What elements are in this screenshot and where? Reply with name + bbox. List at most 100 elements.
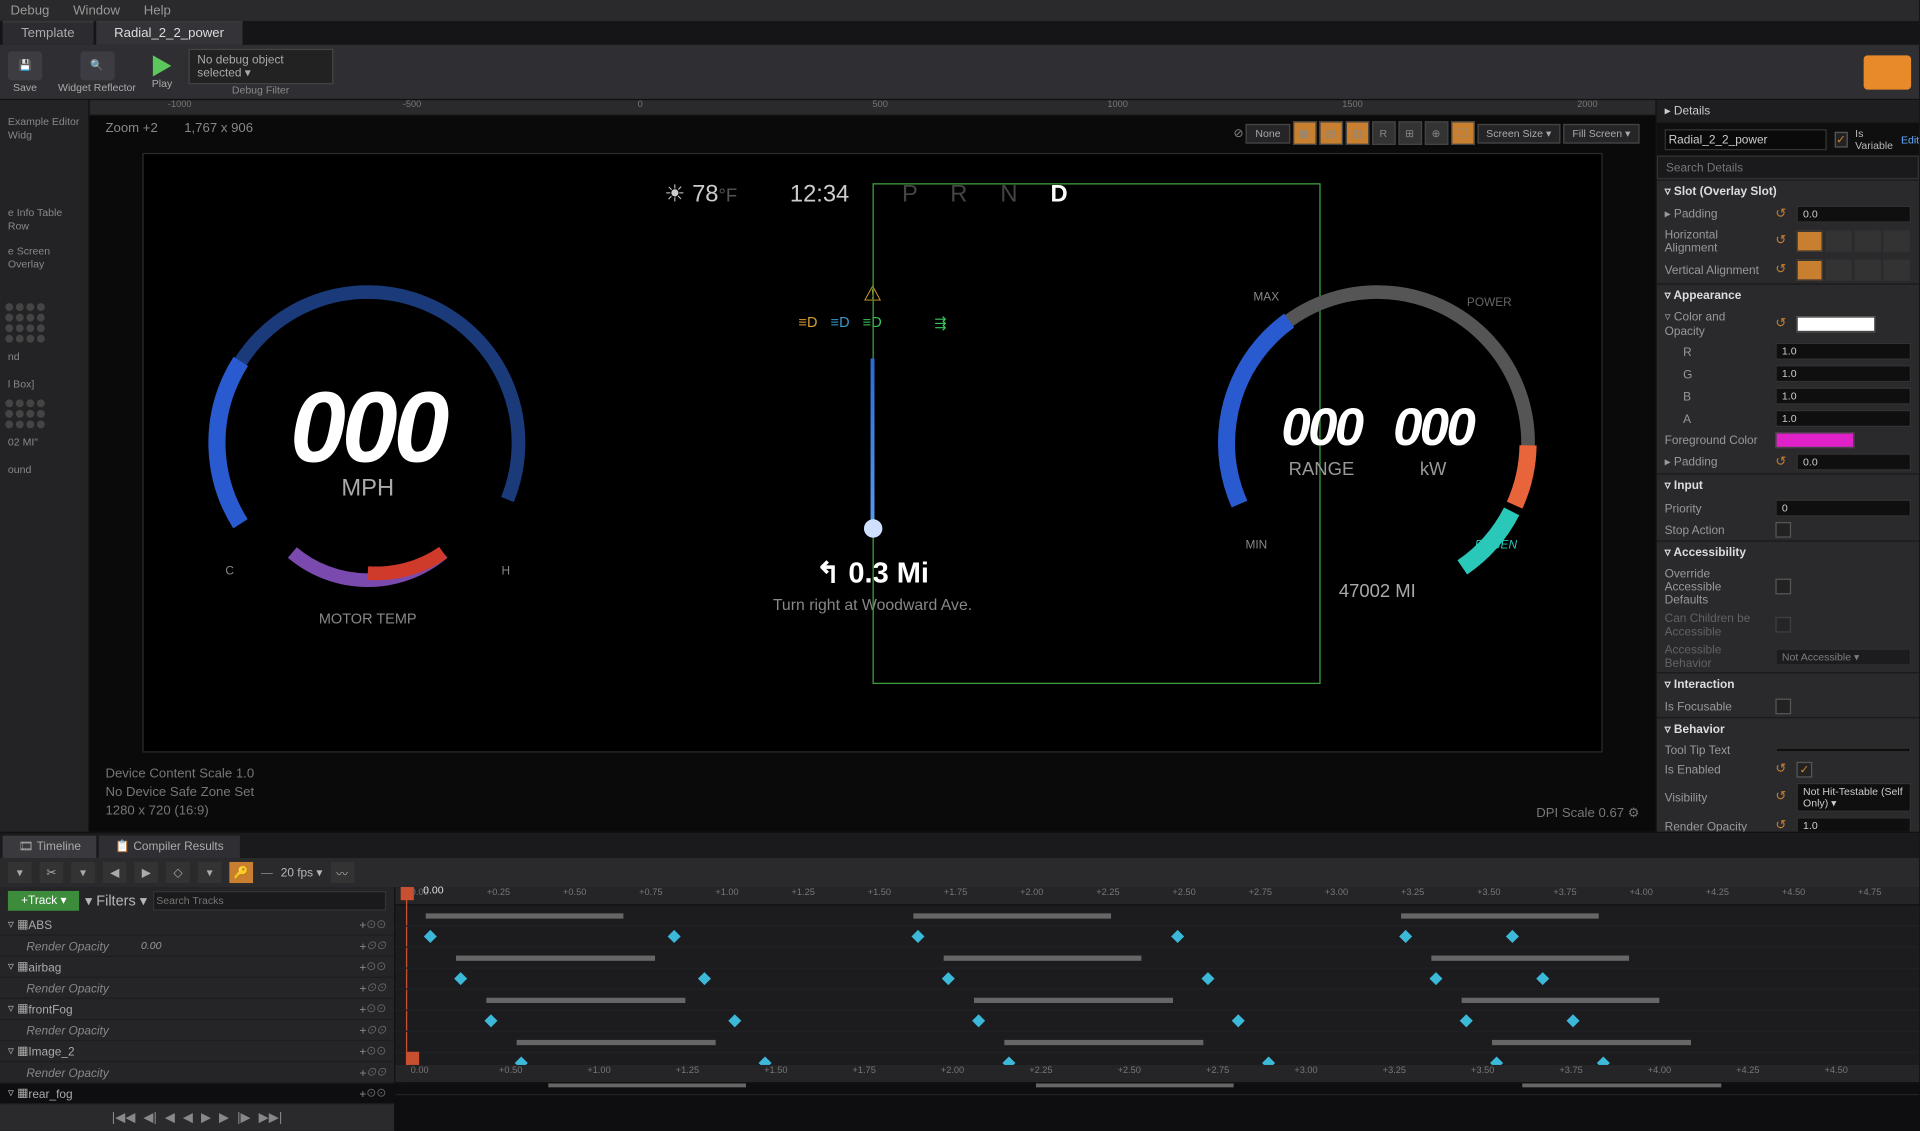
to-start-button[interactable]: |◀◀ xyxy=(112,1110,136,1124)
align-fill-button[interactable] xyxy=(1883,231,1909,252)
menu-debug[interactable]: Debug xyxy=(11,3,50,17)
step-back-button[interactable]: ◀ xyxy=(165,1110,175,1124)
children-checkbox[interactable] xyxy=(1775,617,1791,633)
keyframe-row[interactable] xyxy=(395,1032,1919,1053)
play-reverse-button[interactable]: ◀ xyxy=(183,1110,193,1124)
prev-key-button[interactable]: ◀| xyxy=(143,1110,157,1124)
menu-window[interactable]: Window xyxy=(73,3,120,17)
tree-item[interactable]: nd xyxy=(5,346,83,370)
tab-template[interactable]: Template xyxy=(3,21,93,45)
layout-tool[interactable]: ▤ xyxy=(1319,121,1343,145)
section-behavior[interactable]: ▿ Behavior xyxy=(1657,718,1919,740)
section-appearance[interactable]: ▿ Appearance xyxy=(1657,285,1919,307)
section-accessibility[interactable]: ▿ Accessibility xyxy=(1657,542,1919,564)
keyframe-row[interactable] xyxy=(395,905,1919,926)
to-end-button[interactable]: ▶▶| xyxy=(259,1110,283,1124)
reset-icon[interactable]: ↺ xyxy=(1775,264,1788,277)
tl-tool[interactable]: ▾ xyxy=(71,862,95,883)
priority-input[interactable]: 0 xyxy=(1775,500,1911,517)
reset-icon[interactable]: ↺ xyxy=(1775,235,1788,248)
section-slot[interactable]: ▿ Slot (Overlay Slot) xyxy=(1657,181,1919,203)
edit-link[interactable]: Edit xyxy=(1901,134,1919,146)
timeline-tab[interactable]: 🎞 Timeline xyxy=(3,836,97,858)
enabled-checkbox[interactable] xyxy=(1796,762,1812,778)
track-row[interactable]: ▿ ▦ Image_2+ ⊙⊙ xyxy=(0,1041,394,1062)
override-checkbox[interactable] xyxy=(1775,579,1791,595)
tl-tool[interactable]: ▾ xyxy=(198,862,222,883)
track-row[interactable]: ▿ ▦ rear_fog+ ⊙⊙ xyxy=(0,1083,394,1104)
align-left-button[interactable] xyxy=(1796,231,1822,252)
reset-icon[interactable]: ↺ xyxy=(1775,208,1788,221)
design-canvas[interactable]: ☀ 78°F 12:34 P R N D xyxy=(142,153,1602,753)
section-interaction[interactable]: ▿ Interaction xyxy=(1657,673,1919,695)
align-bottom-button[interactable] xyxy=(1854,260,1880,281)
play-button[interactable]: ▶ xyxy=(201,1110,211,1124)
focusable-checkbox[interactable] xyxy=(1775,699,1791,715)
step-fwd-button[interactable]: ▶ xyxy=(219,1110,229,1124)
timeline-area[interactable]: 0.00+0.25+0.50+0.75+1.00+1.25+1.50+1.75+… xyxy=(395,887,1919,1083)
layout-tool[interactable]: ▦ xyxy=(1292,121,1316,145)
menu-help[interactable]: Help xyxy=(144,3,171,17)
visibility-select[interactable]: Not Hit-Testable (Self Only) ▾ xyxy=(1796,783,1911,812)
render-opacity-input[interactable]: 1.0 xyxy=(1796,817,1911,831)
time-ruler[interactable]: 0.00+0.25+0.50+0.75+1.00+1.25+1.50+1.75+… xyxy=(395,887,1919,905)
align-fill-button[interactable] xyxy=(1883,260,1909,281)
color-swatch[interactable] xyxy=(1796,316,1875,332)
widget-name-input[interactable] xyxy=(1665,129,1827,150)
tree-item[interactable]: Example Editor Widg xyxy=(5,111,83,149)
layout-tool[interactable]: 🖵 xyxy=(1451,121,1475,145)
play-button[interactable]: Play xyxy=(152,55,173,89)
tl-tool[interactable]: ◇ xyxy=(166,862,190,883)
outline-select[interactable]: None xyxy=(1246,123,1290,143)
track-row[interactable]: Render Opacity0.00+ ⊙⊙ xyxy=(0,936,394,957)
keyframe-row[interactable] xyxy=(395,1011,1919,1032)
keyframe-row[interactable] xyxy=(395,990,1919,1011)
track-row[interactable]: ▿ ▦ airbag+ ⊙⊙ xyxy=(0,957,394,978)
align-center-button[interactable] xyxy=(1825,231,1851,252)
save-button[interactable]: 💾Save xyxy=(8,51,42,93)
align-middle-button[interactable] xyxy=(1825,260,1851,281)
padding-input[interactable]: 0.0 xyxy=(1796,206,1911,223)
tl-key-button[interactable]: 🔑 xyxy=(229,862,253,883)
track-row[interactable]: Render Opacity+ ⊙⊙ xyxy=(0,1062,394,1083)
layout-tool[interactable]: R xyxy=(1372,121,1396,145)
tl-tool[interactable]: ▾ xyxy=(8,862,32,883)
track-row[interactable]: Render Opacity+ ⊙⊙ xyxy=(0,1020,394,1041)
track-row[interactable]: ▿ ▦ frontFog+ ⊙⊙ xyxy=(0,999,394,1020)
range-start[interactable] xyxy=(406,1052,419,1065)
details-search[interactable] xyxy=(1657,156,1919,180)
tl-play[interactable]: ▶ xyxy=(134,862,158,883)
is-variable-checkbox[interactable] xyxy=(1835,132,1848,148)
compiler-results-tab[interactable]: 📋 Compiler Results xyxy=(99,836,239,858)
align-right-button[interactable] xyxy=(1854,231,1880,252)
a-input[interactable]: 1.0 xyxy=(1775,410,1911,427)
g-input[interactable]: 1.0 xyxy=(1775,365,1911,382)
tl-tool[interactable]: ✂ xyxy=(40,862,64,883)
fps-select[interactable]: 20 fps ▾ xyxy=(281,865,323,879)
b-input[interactable]: 1.0 xyxy=(1775,387,1911,404)
tl-step-back[interactable]: ◀ xyxy=(103,862,127,883)
fg-color-swatch[interactable] xyxy=(1775,432,1854,448)
layout-tool[interactable]: ⊞ xyxy=(1398,121,1422,145)
tree-item[interactable]: l Box] xyxy=(5,373,83,397)
dpi-scale[interactable]: DPI Scale 0.67 ⚙ xyxy=(1536,807,1639,821)
tree-item[interactable]: e Screen Overlay xyxy=(5,239,83,277)
tab-radial[interactable]: Radial_2_2_power xyxy=(96,21,243,45)
tooltip-input[interactable] xyxy=(1775,747,1911,752)
designer-mode-button[interactable] xyxy=(1864,55,1911,89)
track-row[interactable]: ▿ ▦ ABS+ ⊙⊙ xyxy=(0,915,394,936)
fill-screen-select[interactable]: Fill Screen ▾ xyxy=(1563,123,1639,143)
keyframe-row[interactable] xyxy=(395,948,1919,969)
next-key-button[interactable]: |▶ xyxy=(237,1110,251,1124)
layout-tool[interactable]: ▥ xyxy=(1345,121,1369,145)
add-track-button[interactable]: +Track ▾ xyxy=(8,891,80,911)
debug-object-select[interactable]: No debug object selected ▾ xyxy=(188,48,333,84)
keyframe-row[interactable] xyxy=(395,969,1919,990)
track-search[interactable] xyxy=(152,891,386,911)
tree-item[interactable]: ound xyxy=(5,458,83,482)
section-input[interactable]: ▿ Input xyxy=(1657,474,1919,496)
track-row[interactable]: Render Opacity+ ⊙⊙ xyxy=(0,978,394,999)
tree-item[interactable]: e Info Table Row xyxy=(5,201,83,239)
padding2-input[interactable]: 0.0 xyxy=(1796,453,1911,470)
widget-reflector-button[interactable]: 🔍Widget Reflector xyxy=(58,51,136,93)
